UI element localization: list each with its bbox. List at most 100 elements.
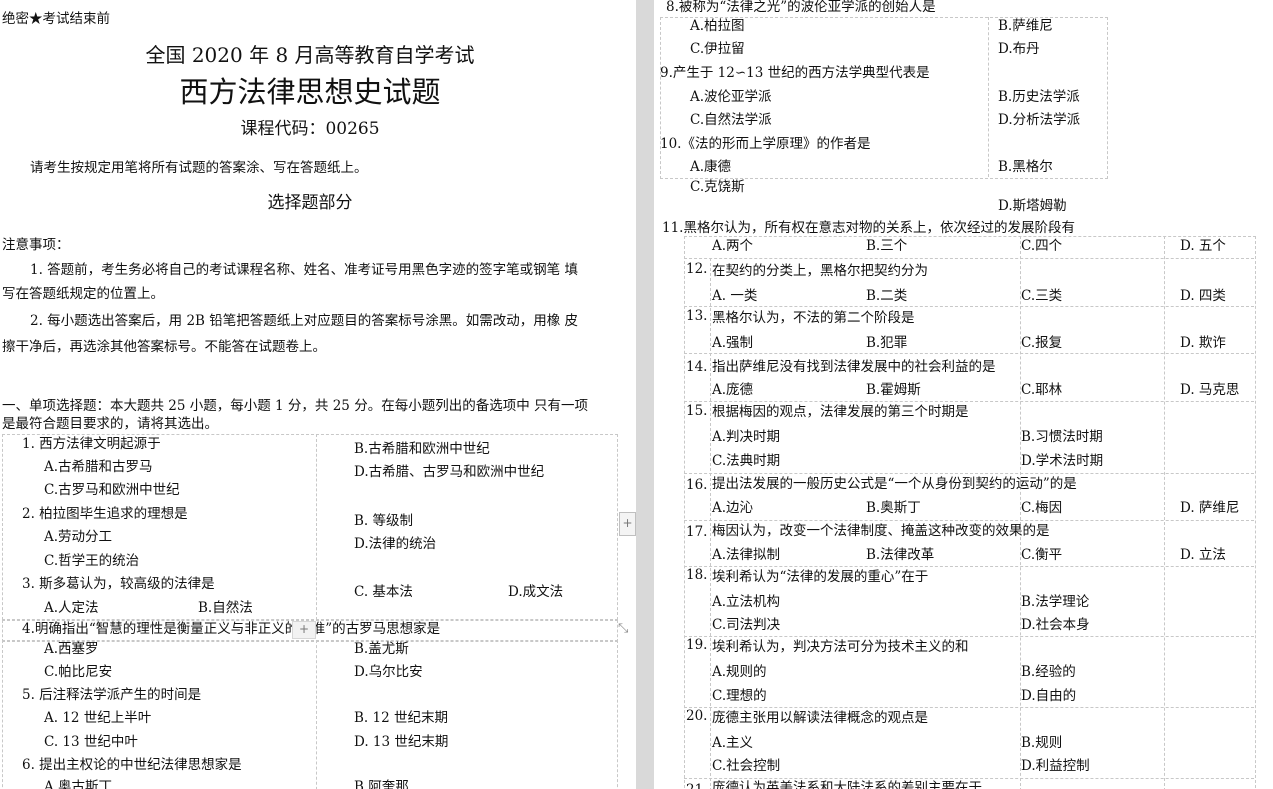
q1-option-d: D.古希腊、古罗马和欧洲中世纪 (354, 464, 545, 480)
q19-number: 19. (686, 637, 708, 653)
q5-option-d: D. 13 世纪末期 (354, 734, 449, 750)
q12-option-a: A. 一类 (712, 288, 758, 304)
q19-option-b: B.经验的 (1021, 664, 1076, 680)
q14-number: 14. (686, 359, 708, 375)
q19-option-d: D.自由的 (1021, 688, 1077, 704)
q1-stem: 1. 西方法律文明起源于 (22, 436, 161, 452)
q8-option-d: D.布丹 (998, 41, 1040, 57)
q13-option-d: D. 欺诈 (1180, 335, 1226, 351)
q14-option-b: B.霍姆斯 (866, 382, 921, 398)
q11-option-c: C.四个 (1021, 238, 1063, 254)
q12-stem: 在契约的分类上，黑格尔把契约分为 (712, 263, 928, 279)
q4-option-c: C.帕比尼安 (44, 664, 113, 680)
q5-option-b: B. 12 世纪末期 (354, 710, 448, 726)
page-gutter (636, 0, 654, 789)
notes-heading: 注意事项： (2, 237, 70, 253)
note-2a: 2. 每小题选出答案后，用 2B 铅笔把答题纸上对应题目的答案标号涂黑。如需改动… (30, 313, 579, 329)
q12-number: 12. (686, 261, 708, 277)
q20-option-c: C.社会控制 (712, 758, 781, 774)
part1-line1: 一、单项选择题：本大题共 25 小题，每小题 1 分，共 25 分。在每小题列出… (2, 398, 588, 414)
q15-stem: 根据梅因的观点，法律发展的第三个时期是 (712, 404, 969, 420)
q1-option-b: B.古希腊和欧洲中世纪 (354, 441, 490, 457)
q16-option-c: C.梅因 (1021, 500, 1063, 516)
q6-stem: 6. 提出主权论的中世纪法律思想家是 (22, 757, 242, 773)
q2-option-d: D.法律的统治 (354, 536, 437, 552)
q21-number: 21. (686, 781, 707, 789)
q14-option-d: D. 马克思 (1180, 382, 1240, 398)
subject-title: 西方法律思想史试题 (179, 75, 441, 109)
q20-stem: 庞德主张用以解读法律概念的观点是 (712, 710, 928, 726)
table-insert-handle[interactable]: + (619, 512, 636, 536)
q19-stem: 埃利希认为，判决方法可分为技术主义的和 (712, 639, 969, 655)
q12-option-d: D. 四类 (1180, 288, 1226, 304)
q18-stem: 埃利希认为“法律的发展的重心”在于 (712, 569, 929, 585)
q12-option-b: B.二类 (866, 288, 908, 304)
left-page: 绝密★考试结束前 全国 2020 年 8 月高等教育自学考试 西方法律思想史试题… (0, 0, 636, 789)
q13-number: 13. (686, 308, 708, 324)
q10-option-d: D.斯塔姆勒 (998, 198, 1067, 214)
q15-number: 15. (686, 403, 708, 419)
q16-option-b: B.奥斯丁 (866, 500, 921, 516)
q17-option-b: B.法律改革 (866, 547, 935, 563)
q21-stem: 庞德认为英美法系和大陆法系的差别主要在于 (712, 780, 982, 789)
q18-option-d: D.社会本身 (1021, 617, 1090, 633)
q18-option-b: B.法学理论 (1021, 594, 1090, 610)
note-2b: 擦干净后，再选涂其他答案标号。不能答在试题卷上。 (2, 339, 326, 355)
note-1a: 1. 答题前，考生务必将自己的考试课程名称、姓名、准考证号用黑色字迹的签字笔或钢… (30, 262, 578, 278)
q1-option-a: A.古希腊和古罗马 (44, 459, 153, 475)
q17-option-a: A.法律拟制 (712, 547, 781, 563)
q9-option-a: A.波伦亚学派 (690, 89, 772, 105)
q20-number: 20. (686, 708, 708, 724)
q20-option-b: B.规则 (1021, 735, 1063, 751)
confidential-mark: 绝密★考试结束前 (2, 11, 110, 27)
q11-stem: 11.黑格尔认为，所有权在意志对物的关系上，依次经过的发展阶段有 (662, 220, 1075, 236)
q14-stem: 指出萨维尼没有找到法律发展中的社会利益的是 (712, 359, 996, 375)
q3-option-d: D.成文法 (508, 584, 564, 600)
exam-title: 全国 2020 年 8 月高等教育自学考试 (145, 43, 475, 67)
q9-option-c: C.自然法学派 (690, 112, 772, 128)
q4-option-d: D.乌尔比安 (354, 664, 423, 680)
q3-option-b: B.自然法 (198, 600, 253, 616)
q2-option-b: B. 等级制 (354, 513, 414, 529)
q8-option-c: C.伊拉留 (690, 41, 745, 57)
q18-option-c: C.司法判决 (712, 617, 781, 633)
q4-option-a: A.西塞罗 (44, 641, 99, 657)
q16-stem: 提出法发展的一般历史公式是“一个从身份到契约的运动”的是 (712, 476, 1077, 492)
q2-option-c: C.哲学王的统治 (44, 553, 140, 569)
q20-option-a: A.主义 (712, 735, 754, 751)
q15-option-a: A.判决时期 (712, 429, 781, 445)
q19-option-c: C.理想的 (712, 688, 767, 704)
q17-option-c: C.衡平 (1021, 547, 1063, 563)
q5-option-a: A. 12 世纪上半叶 (44, 710, 152, 726)
q15-option-b: B.习惯法时期 (1021, 429, 1103, 445)
q16-option-a: A.边沁 (712, 500, 754, 516)
table-resize-icon[interactable]: ⤡ (618, 621, 628, 636)
q18-option-a: A.立法机构 (712, 594, 781, 610)
q13-stem: 黑格尔认为，不法的第二个阶段是 (712, 310, 915, 326)
q8-option-b: B.萨维尼 (998, 18, 1053, 34)
q9-option-d: D.分析法学派 (998, 112, 1081, 128)
q6-option-a: A.奥古斯丁 (44, 779, 113, 789)
q19-option-a: A.规则的 (712, 664, 767, 680)
q16-number: 16. (686, 477, 708, 493)
q11-option-a: A.两个 (712, 238, 754, 254)
table-add-row-button[interactable]: + (292, 621, 317, 639)
q8-stem: 8.被称为“法律之光”的波伦亚学派的创始人是 (666, 0, 936, 15)
q3-option-a: A.人定法 (44, 600, 99, 616)
q13-option-a: A.强制 (712, 335, 754, 351)
q2-stem: 2. 柏拉图毕生追求的理想是 (22, 506, 188, 522)
q11-option-d: D. 五个 (1180, 238, 1226, 254)
q8-option-a: A.柏拉图 (690, 18, 745, 34)
q2-option-a: A.劳动分工 (44, 529, 113, 545)
q15-option-c: C.法典时期 (712, 453, 781, 469)
q18-number: 18. (686, 567, 708, 583)
q20-option-d: D.利益控制 (1021, 758, 1090, 774)
q10-option-c: C.克饶斯 (690, 179, 745, 195)
q17-option-d: D. 立法 (1180, 547, 1226, 563)
q16-option-d: D. 萨维尼 (1180, 500, 1240, 516)
q3-option-c: C. 基本法 (354, 584, 413, 600)
course-code: 课程代码：00265 (240, 119, 380, 139)
instruction-text: 请考生按规定用笔将所有试题的答案涂、写在答题纸上。 (30, 160, 368, 176)
q4-option-b: B.盖尤斯 (354, 641, 409, 657)
q13-option-c: C.报复 (1021, 335, 1063, 351)
